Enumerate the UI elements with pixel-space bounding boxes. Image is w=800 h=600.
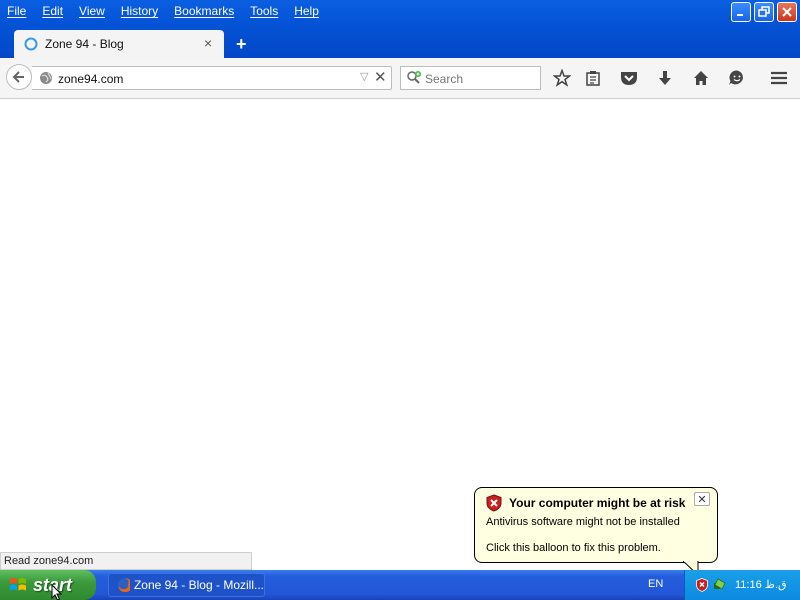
url-input[interactable]: zone94.com xyxy=(58,72,123,86)
tab-close-button[interactable]: × xyxy=(204,35,212,51)
security-shield-icon xyxy=(486,494,502,512)
reading-list-icon xyxy=(586,71,600,86)
reading-list-button[interactable] xyxy=(581,66,605,90)
balloon-instruction: Click this balloon to fix this problem. xyxy=(486,542,661,554)
back-arrow-icon xyxy=(12,71,24,83)
stop-icon[interactable]: ✕ xyxy=(374,68,387,86)
start-button[interactable]: start xyxy=(0,570,96,600)
bookmark-star-icon xyxy=(553,69,571,87)
hello-button[interactable] xyxy=(725,66,749,90)
restore-button[interactable] xyxy=(754,2,774,22)
menu-bookmarks[interactable]: Bookmarks xyxy=(174,4,234,18)
balloon-close-button[interactable]: ✕ xyxy=(694,492,710,506)
menu-bar: File Edit View History Bookmarks Tools H… xyxy=(0,0,328,22)
back-button[interactable] xyxy=(6,64,32,90)
menu-file[interactable]: File xyxy=(7,4,26,18)
menu-history[interactable]: History xyxy=(121,4,158,18)
download-button[interactable] xyxy=(653,66,677,90)
menu-icon xyxy=(771,71,787,85)
minimize-icon xyxy=(737,14,743,16)
tab-zone94[interactable]: Zone 94 - Blog × xyxy=(14,30,224,58)
balloon-title: Your computer might be at risk xyxy=(509,496,686,510)
security-alert-balloon[interactable]: Your computer might be at risk Antivirus… xyxy=(474,487,718,563)
search-icon xyxy=(407,71,421,84)
network-tray-icon[interactable] xyxy=(713,577,727,591)
firefox-icon xyxy=(118,578,130,592)
home-button[interactable] xyxy=(689,66,713,90)
menu-help[interactable]: Help xyxy=(294,4,319,18)
close-window-button[interactable] xyxy=(777,2,797,22)
navigation-toolbar: zone94.com ▽ ✕ Search xyxy=(0,58,800,99)
dropdown-arrow-icon[interactable]: ▽ xyxy=(360,70,368,83)
smiley-icon xyxy=(729,70,743,85)
menu-view[interactable]: View xyxy=(79,4,105,18)
taskbar-window-label: Zone 94 - Blog - Mozill... xyxy=(133,578,264,592)
open-menu-button[interactable] xyxy=(767,66,791,90)
bookmark-star-button[interactable] xyxy=(550,66,574,90)
system-tray: 11:16 ق.ظ xyxy=(684,570,800,600)
mouse-cursor-icon xyxy=(51,584,63,600)
minimize-button[interactable] xyxy=(731,2,751,22)
loading-spinner-icon xyxy=(24,37,38,51)
menu-tools[interactable]: Tools xyxy=(250,4,278,18)
tab-title: Zone 94 - Blog xyxy=(45,37,124,51)
windows-logo-icon xyxy=(10,578,26,591)
status-panel: Read zone94.com xyxy=(0,552,252,570)
security-alert-tray-icon[interactable] xyxy=(696,578,708,592)
language-indicator[interactable]: EN xyxy=(648,578,663,590)
pocket-button[interactable] xyxy=(617,66,641,90)
menu-edit[interactable]: Edit xyxy=(42,4,63,18)
home-icon xyxy=(694,71,708,85)
search-bar[interactable]: Search xyxy=(400,66,541,90)
new-tab-button[interactable]: + xyxy=(236,34,247,55)
url-bar[interactable]: zone94.com ▽ ✕ xyxy=(32,66,392,90)
clock[interactable]: 11:16 ق.ظ xyxy=(735,578,787,591)
search-input[interactable]: Search xyxy=(425,72,463,86)
globe-icon xyxy=(40,72,52,84)
taskbar-window-firefox[interactable]: Zone 94 - Blog - Mozill... xyxy=(108,573,265,597)
balloon-message: Antivirus software might not be installe… xyxy=(486,516,680,528)
restore-icon xyxy=(758,6,770,17)
status-text: Read zone94.com xyxy=(4,555,94,567)
pocket-icon xyxy=(621,72,637,85)
download-icon xyxy=(659,71,671,85)
close-icon xyxy=(782,7,792,17)
